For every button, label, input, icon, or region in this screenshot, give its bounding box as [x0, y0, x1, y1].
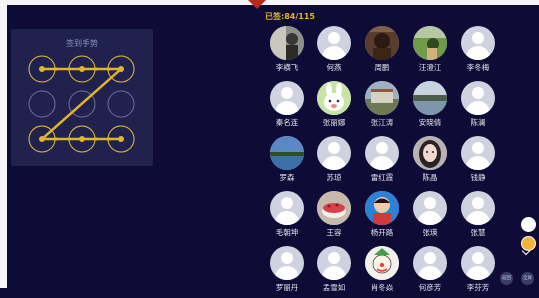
avatar [317, 136, 351, 170]
participant-name: 秦名连 [275, 118, 299, 127]
participant-card[interactable]: 王容 [311, 191, 357, 243]
gesture-dot [107, 90, 135, 118]
participant-grid: 李横飞 何燕 周鹏 汪澄江 李冬梅秦名连 张丽娜 张江涛 安晓倩 陈澜罗森 苏琼 雷红霞 陈晶 钱静毛朝… [262, 26, 512, 292]
participant-name: 周鹏 [374, 63, 390, 72]
participant-card[interactable]: 肖冬焱 [359, 246, 405, 298]
avatar [413, 81, 447, 115]
gesture-path [40, 67, 123, 141]
participant-card[interactable]: 何燕 [311, 26, 357, 78]
top-strip [0, 0, 539, 5]
avatar [461, 246, 495, 280]
participant-card[interactable]: 孟雪如 [311, 246, 357, 298]
participant-card[interactable]: 毛朝坤 [264, 191, 310, 243]
avatar [413, 26, 447, 60]
avatar [270, 81, 304, 115]
back-button[interactable]: 返回 [500, 272, 513, 285]
participant-card[interactable]: 何彦芳 [407, 246, 453, 298]
participant-name: 李冬梅 [466, 63, 490, 72]
avatar [413, 136, 447, 170]
avatar [317, 191, 351, 225]
participant-name: 罗森 [279, 173, 295, 182]
participant-card[interactable]: 汪澄江 [407, 26, 453, 78]
avatar [270, 191, 304, 225]
left-edge-strip [0, 0, 7, 288]
avatar [317, 81, 351, 115]
participant-name: 陈澜 [470, 118, 486, 127]
participant-name: 苏琼 [326, 173, 342, 182]
participant-card[interactable]: 钱静 [455, 136, 501, 188]
avatar [461, 191, 495, 225]
participant-card[interactable]: 张江涛 [359, 81, 405, 133]
avatar [461, 26, 495, 60]
participant-name: 陈晶 [422, 173, 438, 182]
participant-name: 安晓倩 [418, 118, 442, 127]
avatar [461, 81, 495, 115]
participant-name: 张瑛 [422, 228, 438, 237]
participant-card[interactable]: 张丽娜 [311, 81, 357, 133]
participant-card[interactable]: 陈澜 [455, 81, 501, 133]
participant-name: 张丽娜 [322, 118, 346, 127]
participant-card[interactable]: 陈晶 [407, 136, 453, 188]
top-marker-icon [248, 0, 266, 9]
avatar [317, 246, 351, 280]
participant-name: 王容 [326, 228, 342, 237]
participant-name: 何燕 [326, 63, 342, 72]
avatar [461, 136, 495, 170]
participant-card[interactable]: 张慧 [455, 191, 501, 243]
participant-card[interactable]: 李横飞 [264, 26, 310, 78]
participant-card[interactable]: 苏琼 [311, 136, 357, 188]
participant-card[interactable]: 李芬芳 [455, 246, 501, 298]
participant-card[interactable]: 罗森 [264, 136, 310, 188]
participant-card[interactable]: 周鹏 [359, 26, 405, 78]
participant-card[interactable]: 罗丽丹 [264, 246, 310, 298]
signed-count: 已签:84/115 [265, 12, 315, 21]
avatar [365, 26, 399, 60]
avatar [365, 136, 399, 170]
avatar [365, 191, 399, 225]
avatar [270, 136, 304, 170]
fullscreen-button[interactable]: 全屏 [521, 272, 534, 285]
avatar [365, 81, 399, 115]
avatar [270, 246, 304, 280]
chat-bubble-icon[interactable] [521, 217, 536, 232]
avatar [317, 26, 351, 60]
gesture-dot [28, 90, 56, 118]
gesture-panel: 签到手势 [11, 29, 153, 166]
gesture-pattern[interactable] [11, 29, 153, 166]
participant-name: 雷红霞 [370, 173, 394, 182]
avatar [413, 246, 447, 280]
participant-card[interactable]: 杨开路 [359, 191, 405, 243]
participant-card[interactable]: 秦名连 [264, 81, 310, 133]
participant-card[interactable]: 雷红霞 [359, 136, 405, 188]
avatar [413, 191, 447, 225]
avatar [365, 246, 399, 280]
participant-name: 杨开路 [370, 228, 394, 237]
participant-card[interactable]: 李冬梅 [455, 26, 501, 78]
participant-name: 汪澄江 [418, 63, 442, 72]
participant-name: 张江涛 [370, 118, 394, 127]
participant-name: 钱静 [470, 173, 486, 182]
participant-card[interactable]: 安晓倩 [407, 81, 453, 133]
avatar [270, 26, 304, 60]
participant-name: 张慧 [470, 228, 486, 237]
participant-card[interactable]: 张瑛 [407, 191, 453, 243]
participant-name: 李横飞 [275, 63, 299, 72]
participant-name: 毛朝坤 [275, 228, 299, 237]
